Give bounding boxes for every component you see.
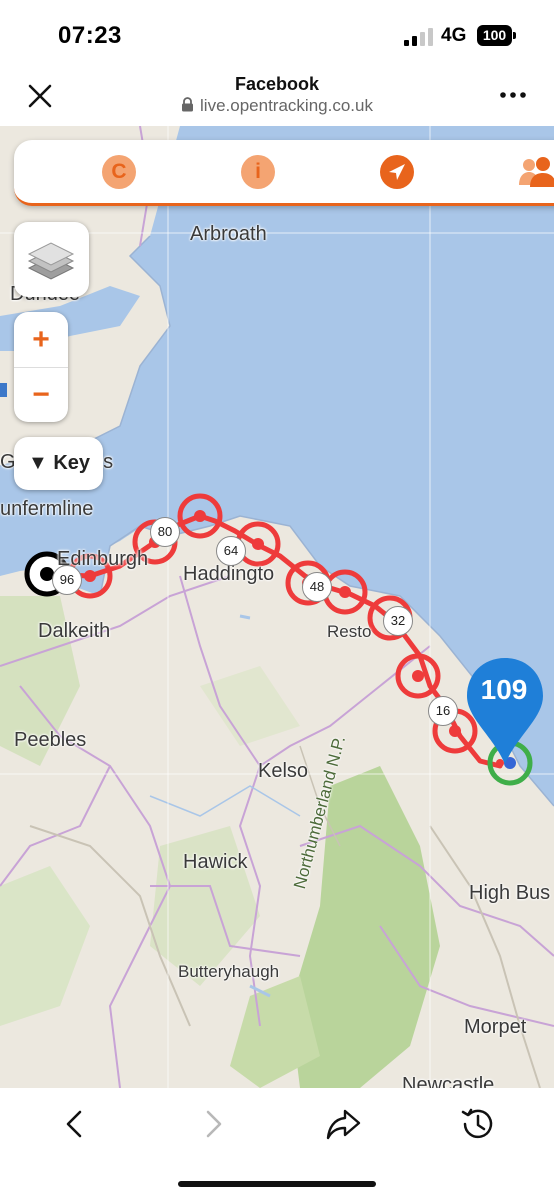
place-label: High Bus xyxy=(469,882,551,904)
layers-button[interactable] xyxy=(14,222,89,297)
battery-icon: 100 xyxy=(477,25,517,46)
share-arrow-icon[interactable] xyxy=(323,1104,363,1144)
place-label: Haddingto xyxy=(183,563,275,585)
route-checkpoint-badge[interactable]: 64 xyxy=(216,536,246,566)
status-time: 07:23 xyxy=(58,22,122,49)
place-label: Dalkeith xyxy=(38,620,111,642)
place-label: Hawick xyxy=(183,851,248,873)
map-pin-icon[interactable] xyxy=(465,656,545,766)
tracker-count: 109 xyxy=(480,674,528,705)
zoom-control: + − xyxy=(14,312,68,422)
more-options-icon[interactable] xyxy=(496,82,530,108)
key-button[interactable]: ▼ Key xyxy=(14,437,103,490)
info-icon: i xyxy=(255,160,261,183)
c-icon: C xyxy=(111,160,127,183)
place-label: unfermline xyxy=(0,498,94,520)
browser-bottom-bar xyxy=(0,1088,554,1199)
navigation-arrow-icon xyxy=(389,164,405,180)
browser-header: Facebook live.opentracking.co.uk xyxy=(0,68,554,126)
status-bar: 07:23 4G 100 xyxy=(0,0,554,68)
place-label: Kelso xyxy=(258,760,309,782)
zoom-in-button[interactable]: + xyxy=(14,312,68,367)
place-label: Butteryhaugh xyxy=(178,962,280,981)
toolbar-button-c[interactable]: C xyxy=(102,155,136,189)
place-label: Arbroath xyxy=(190,223,267,245)
toolbar-button-info[interactable]: i xyxy=(241,155,275,189)
map-view[interactable]: Arbroath Dundee Gl es unfermline Edinbur… xyxy=(0,126,554,1088)
route-checkpoint-badge[interactable]: 80 xyxy=(150,517,180,547)
route-checkpoint-badge[interactable]: 48 xyxy=(302,572,332,602)
back-arrow-icon[interactable] xyxy=(56,1104,96,1144)
screen: 07:23 4G 100 Facebook live.opentracking.… xyxy=(0,0,554,1199)
battery-level: 100 xyxy=(477,25,512,46)
place-label: Resto xyxy=(327,622,372,641)
route-checkpoint-badge[interactable]: 32 xyxy=(383,606,413,636)
layers-icon xyxy=(27,242,75,280)
url-text: live.opentracking.co.uk xyxy=(200,96,373,115)
page-title: Facebook xyxy=(234,74,320,94)
map-toolbar: C i xyxy=(14,140,554,206)
network-type: 4G xyxy=(441,25,467,46)
home-indicator xyxy=(178,1181,376,1187)
toolbar-button-navigate[interactable] xyxy=(380,155,414,189)
cellular-signal-icon xyxy=(404,28,433,46)
people-icon xyxy=(519,157,554,187)
place-label: Peebles xyxy=(14,729,87,751)
forward-arrow-icon[interactable] xyxy=(192,1104,232,1144)
history-clock-icon[interactable] xyxy=(457,1104,497,1144)
route-checkpoint-badge[interactable]: 16 xyxy=(428,696,458,726)
route-checkpoint-badge[interactable]: 96 xyxy=(52,565,82,595)
zoom-out-button[interactable]: − xyxy=(14,367,68,422)
lock-icon xyxy=(182,97,194,112)
place-label: Newcastle xyxy=(402,1074,495,1088)
url-label: live.opentracking.co.uk xyxy=(0,96,554,116)
toolbar-button-people[interactable] xyxy=(519,155,554,189)
place-label: Morpet xyxy=(464,1016,527,1038)
